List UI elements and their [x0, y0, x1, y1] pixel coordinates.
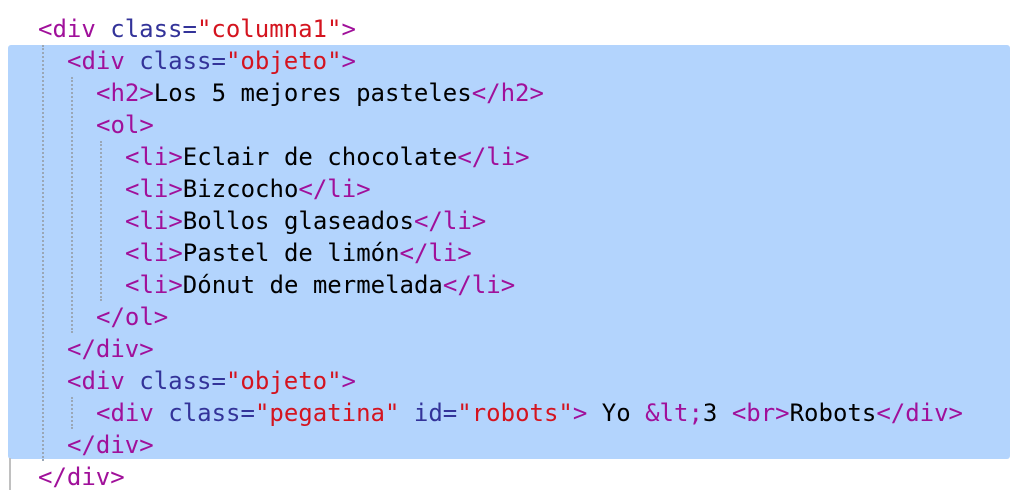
- code-token: "objeto": [225, 47, 342, 75]
- code-line[interactable]: <div class="pegatina" id="robots"> Yo &l…: [96, 397, 963, 429]
- code-token: <div: [67, 367, 125, 395]
- code-token: Los 5 mejores pasteles: [153, 79, 472, 107]
- code-token: "robots": [457, 399, 573, 427]
- code-token: <li>: [125, 239, 183, 267]
- code-token: "columna1": [196, 15, 342, 43]
- code-line[interactable]: <ol>: [96, 109, 154, 141]
- code-token: </div>: [67, 335, 154, 363]
- code-line[interactable]: <li>Dónut de mermelada</li>: [125, 269, 515, 301]
- code-token: class=: [139, 367, 226, 395]
- code-line[interactable]: <div class="objeto">: [67, 45, 356, 77]
- code-token: Dónut de mermelada: [182, 271, 443, 299]
- code-token: <div: [67, 47, 125, 75]
- code-token: </div>: [38, 463, 125, 491]
- code-token: </div>: [67, 431, 154, 459]
- code-token: </li>: [399, 239, 472, 267]
- indent-guide: [71, 397, 73, 429]
- code-token: </h2>: [471, 79, 544, 107]
- code-token: <li>: [125, 175, 183, 203]
- code-line[interactable]: <h2>Los 5 mejores pasteles</h2>: [96, 77, 544, 109]
- code-token: id=: [413, 399, 458, 427]
- code-token: "pegatina": [254, 399, 400, 427]
- code-token: >: [341, 367, 356, 395]
- code-token: "objeto": [225, 367, 342, 395]
- code-token: <div: [38, 15, 96, 43]
- code-token: class=: [168, 399, 255, 427]
- code-line[interactable]: <li>Bollos glaseados</li>: [125, 205, 486, 237]
- code-token: >: [572, 399, 588, 427]
- indent-guide: [42, 45, 44, 461]
- code-token: </li>: [442, 271, 516, 299]
- code-line[interactable]: </div>: [67, 429, 154, 461]
- code-line[interactable]: </div>: [38, 461, 125, 493]
- code-token: Bollos glaseados: [182, 207, 414, 235]
- code-token: class=: [110, 15, 197, 43]
- code-token: </li>: [298, 175, 371, 203]
- code-token: </li>: [457, 143, 530, 171]
- code-token: &lt;: [645, 399, 703, 427]
- code-line[interactable]: <li>Bizcocho</li>: [125, 173, 371, 205]
- code-line[interactable]: </ol>: [96, 301, 168, 333]
- code-token: <li>: [125, 207, 183, 235]
- indent-guide: [71, 77, 73, 333]
- indent-guide: [100, 141, 102, 301]
- code-token: </li>: [413, 207, 487, 235]
- code-token: Pastel de limón: [182, 239, 400, 267]
- code-token: Yo: [587, 399, 646, 427]
- code-token: <br>: [731, 399, 790, 427]
- code-line[interactable]: <div class="columna1">: [38, 13, 356, 45]
- code-token: 3: [702, 399, 732, 427]
- code-token: >: [341, 15, 356, 43]
- code-token: <h2>: [96, 79, 154, 107]
- code-token: <li>: [125, 143, 183, 171]
- line-marker: [9, 458, 11, 490]
- code-token: Robots: [789, 399, 877, 427]
- code-token: <li>: [125, 271, 183, 299]
- code-token: </div>: [876, 399, 964, 427]
- code-token: Bizcocho: [182, 175, 299, 203]
- code-token: class=: [139, 47, 226, 75]
- code-token: <ol>: [96, 111, 154, 139]
- code-line[interactable]: </div>: [67, 333, 154, 365]
- code-line[interactable]: <div class="objeto">: [67, 365, 356, 397]
- code-line[interactable]: <li>Eclair de chocolate</li>: [125, 141, 530, 173]
- code-token: </ol>: [96, 303, 169, 331]
- code-token: Eclair de chocolate: [182, 143, 458, 171]
- code-line[interactable]: <li>Pastel de limón</li>: [125, 237, 472, 269]
- code-editor[interactable]: <div class="columna1"> <div class="objeto…: [0, 0, 1010, 500]
- code-token: >: [341, 47, 356, 75]
- code-token: <div: [96, 399, 154, 427]
